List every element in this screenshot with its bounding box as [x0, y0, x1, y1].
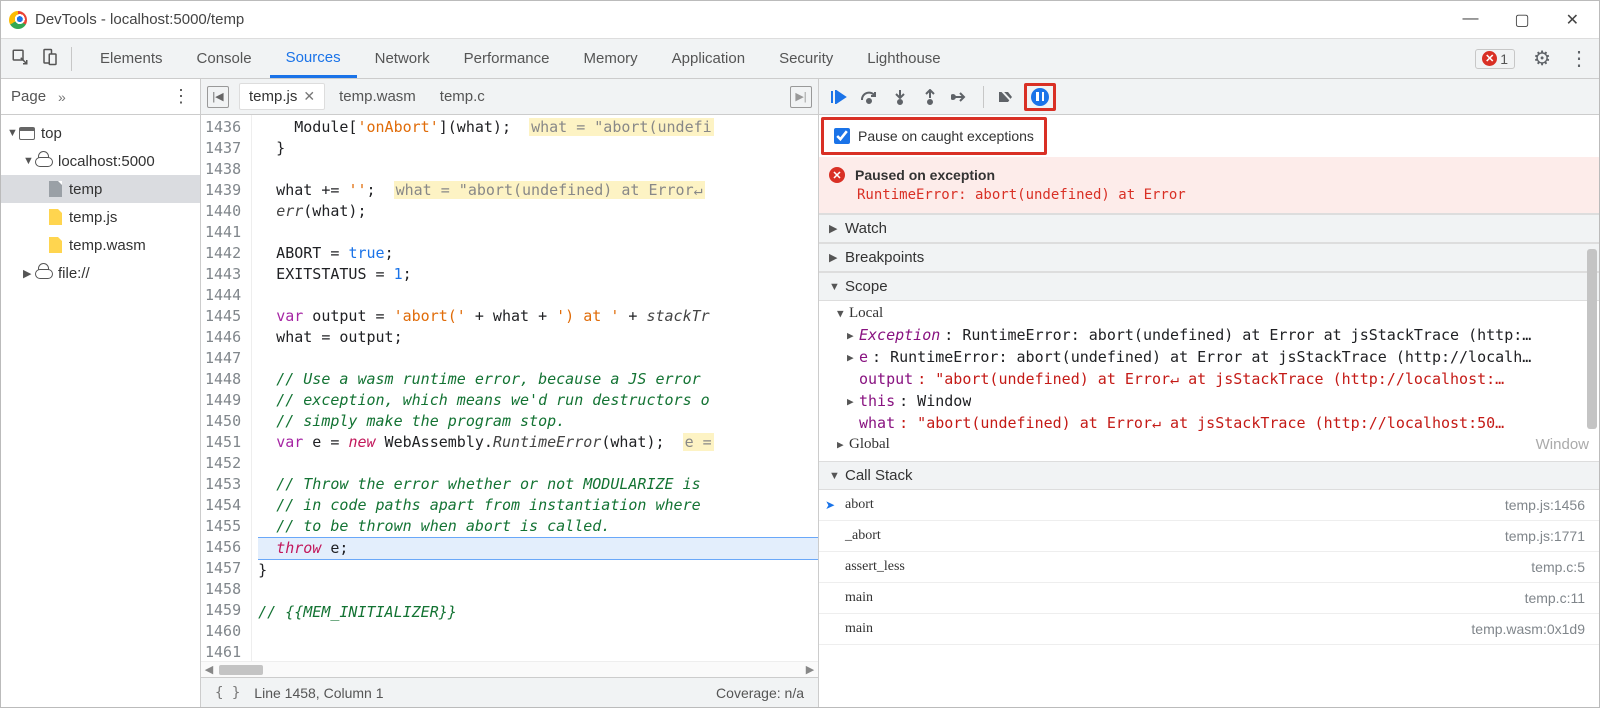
window-icon	[19, 127, 35, 140]
tab-application[interactable]: Application	[656, 39, 761, 78]
navigator-more-tabs[interactable]: »	[58, 89, 66, 105]
section-watch[interactable]: ▶Watch	[819, 214, 1599, 243]
tab-lighthouse[interactable]: Lighthouse	[851, 39, 956, 78]
tab-sources[interactable]: Sources	[270, 39, 357, 78]
toolbar-divider	[71, 47, 72, 71]
callstack-frame[interactable]: assert_lesstemp.c:5	[819, 552, 1599, 583]
navigator-header: Page » ⋮	[1, 79, 200, 115]
cursor-position: Line 1458, Column 1	[254, 685, 383, 701]
scope-var[interactable]: output: "abort(undefined) at Error↵ at j…	[819, 368, 1599, 390]
step-into-button[interactable]	[887, 84, 913, 110]
file-tab-temp-wasm[interactable]: temp.wasm	[329, 83, 426, 110]
code-content: Module['onAbort'](what); what = "abort(u…	[252, 115, 818, 661]
error-count-badge[interactable]: ✕ 1	[1475, 49, 1515, 69]
callstack-frame[interactable]: maintemp.wasm:0x1d9	[819, 614, 1599, 645]
section-callstack[interactable]: ▼Call Stack	[819, 461, 1599, 490]
inspect-icon[interactable]	[11, 48, 29, 69]
devtools-toolbar: ElementsConsoleSourcesNetworkPerformance…	[1, 39, 1599, 79]
scope-var[interactable]: ▶e: RuntimeError: abort(undefined) at Er…	[819, 346, 1599, 368]
tab-performance[interactable]: Performance	[448, 39, 566, 78]
window-titlebar: DevTools - localhost:5000/temp — ▢ ✕	[1, 1, 1599, 39]
callstack-frame[interactable]: _aborttemp.js:1771	[819, 521, 1599, 552]
callstack-body: aborttemp.js:1456_aborttemp.js:1771asser…	[819, 490, 1599, 645]
editor-hscroll[interactable]: ◀▶	[201, 661, 818, 677]
nav-chooser-icon[interactable]: |◀	[207, 86, 229, 108]
step-out-button[interactable]	[917, 84, 943, 110]
file-tab-temp-c[interactable]: temp.c	[430, 83, 495, 110]
code-editor[interactable]: 1436143714381439144014411442144314441445…	[201, 115, 818, 661]
file-icon	[49, 237, 62, 253]
scope-global[interactable]: ▶GlobalWindow	[819, 434, 1599, 455]
cloud-icon	[35, 267, 53, 279]
pause-on-exceptions-button[interactable]	[1024, 83, 1056, 111]
pause-on-caught-checkbox[interactable]	[834, 128, 850, 144]
file-tab-temp-js[interactable]: temp.js✕	[239, 83, 325, 110]
tab-memory[interactable]: Memory	[568, 39, 654, 78]
settings-icon[interactable]: ⚙	[1533, 46, 1551, 71]
tab-network[interactable]: Network	[359, 39, 446, 78]
run-snippet-icon[interactable]: ▶|	[790, 86, 812, 108]
tree-file-scheme[interactable]: ▶file://	[1, 259, 200, 287]
navigator-menu-icon[interactable]: ⋮	[172, 86, 190, 107]
section-breakpoints[interactable]: ▶Breakpoints	[819, 243, 1599, 272]
window-title: DevTools - localhost:5000/temp	[35, 11, 244, 28]
scope-var[interactable]: what: "abort(undefined) at Error↵ at jsS…	[819, 412, 1599, 434]
tree-file-tempjs[interactable]: temp.js	[1, 203, 200, 231]
tab-elements[interactable]: Elements	[84, 39, 179, 78]
editor-panel: |◀ temp.js✕temp.wasmtemp.c ▶| 1436143714…	[201, 79, 819, 707]
line-gutter: 1436143714381439144014411442144314441445…	[201, 115, 252, 661]
file-tree: ▼top ▼localhost:5000 temp temp.js temp.w…	[1, 115, 200, 291]
navigator-tab-page[interactable]: Page	[11, 88, 46, 105]
scope-var[interactable]: ▶Exception: RuntimeError: abort(undefine…	[819, 324, 1599, 346]
pause-icon	[1031, 88, 1049, 106]
pause-on-caught-label: Pause on caught exceptions	[858, 128, 1034, 144]
debugger-toolbar	[819, 79, 1599, 115]
deactivate-breakpoints-button[interactable]	[994, 84, 1020, 110]
scope-local[interactable]: ▼Local	[819, 303, 1599, 324]
tree-top[interactable]: ▼top	[1, 119, 200, 147]
chrome-icon	[9, 11, 27, 29]
tab-security[interactable]: Security	[763, 39, 849, 78]
section-scope[interactable]: ▼Scope	[819, 272, 1599, 301]
paused-banner: ✕ Paused on exception RuntimeError: abor…	[819, 157, 1599, 214]
pause-on-caught-checkbox-row[interactable]: Pause on caught exceptions	[821, 117, 1047, 155]
step-over-button[interactable]	[857, 84, 883, 110]
device-toggle-icon[interactable]	[41, 48, 59, 69]
error-count: 1	[1500, 51, 1508, 67]
toolbar-divider	[983, 86, 984, 108]
window-controls: — ▢ ✕	[1462, 10, 1591, 30]
callstack-frame[interactable]: aborttemp.js:1456	[819, 490, 1599, 521]
paused-title: Paused on exception	[855, 167, 995, 183]
tree-host[interactable]: ▼localhost:5000	[1, 147, 200, 175]
step-button[interactable]	[947, 84, 973, 110]
minimize-button[interactable]: —	[1462, 10, 1478, 30]
close-button[interactable]: ✕	[1566, 10, 1579, 30]
cloud-icon	[35, 155, 53, 167]
pretty-print-icon[interactable]: { }	[215, 685, 240, 701]
right-scrollbar[interactable]	[1587, 249, 1597, 429]
file-icon	[49, 209, 62, 225]
error-icon: ✕	[1482, 51, 1497, 66]
close-tab-icon[interactable]: ✕	[303, 88, 315, 105]
scope-var[interactable]: ▶this: Window	[819, 390, 1599, 412]
tree-file-temp[interactable]: temp	[1, 175, 200, 203]
panel-tabs: ElementsConsoleSourcesNetworkPerformance…	[84, 39, 957, 78]
scope-body: ▼Local ▶Exception: RuntimeError: abort(u…	[819, 301, 1599, 461]
paused-message: RuntimeError: abort(undefined) at Error	[855, 187, 1585, 203]
resume-button[interactable]	[827, 84, 853, 110]
callstack-frame[interactable]: maintemp.c:11	[819, 583, 1599, 614]
tree-file-tempwasm[interactable]: temp.wasm	[1, 231, 200, 259]
file-icon	[49, 181, 62, 197]
editor-status-bar: { } Line 1458, Column 1 Coverage: n/a	[201, 677, 818, 707]
coverage-label: Coverage: n/a	[716, 685, 804, 701]
debugger-panel: Pause on caught exceptions ✕ Paused on e…	[819, 79, 1599, 707]
editor-tabs: |◀ temp.js✕temp.wasmtemp.c ▶|	[201, 79, 818, 115]
tab-console[interactable]: Console	[181, 39, 268, 78]
maximize-button[interactable]: ▢	[1514, 10, 1529, 30]
navigator-panel: Page » ⋮ ▼top ▼localhost:5000 temp temp.…	[1, 79, 201, 707]
error-icon: ✕	[829, 167, 845, 183]
more-icon[interactable]: ⋮	[1569, 46, 1589, 71]
